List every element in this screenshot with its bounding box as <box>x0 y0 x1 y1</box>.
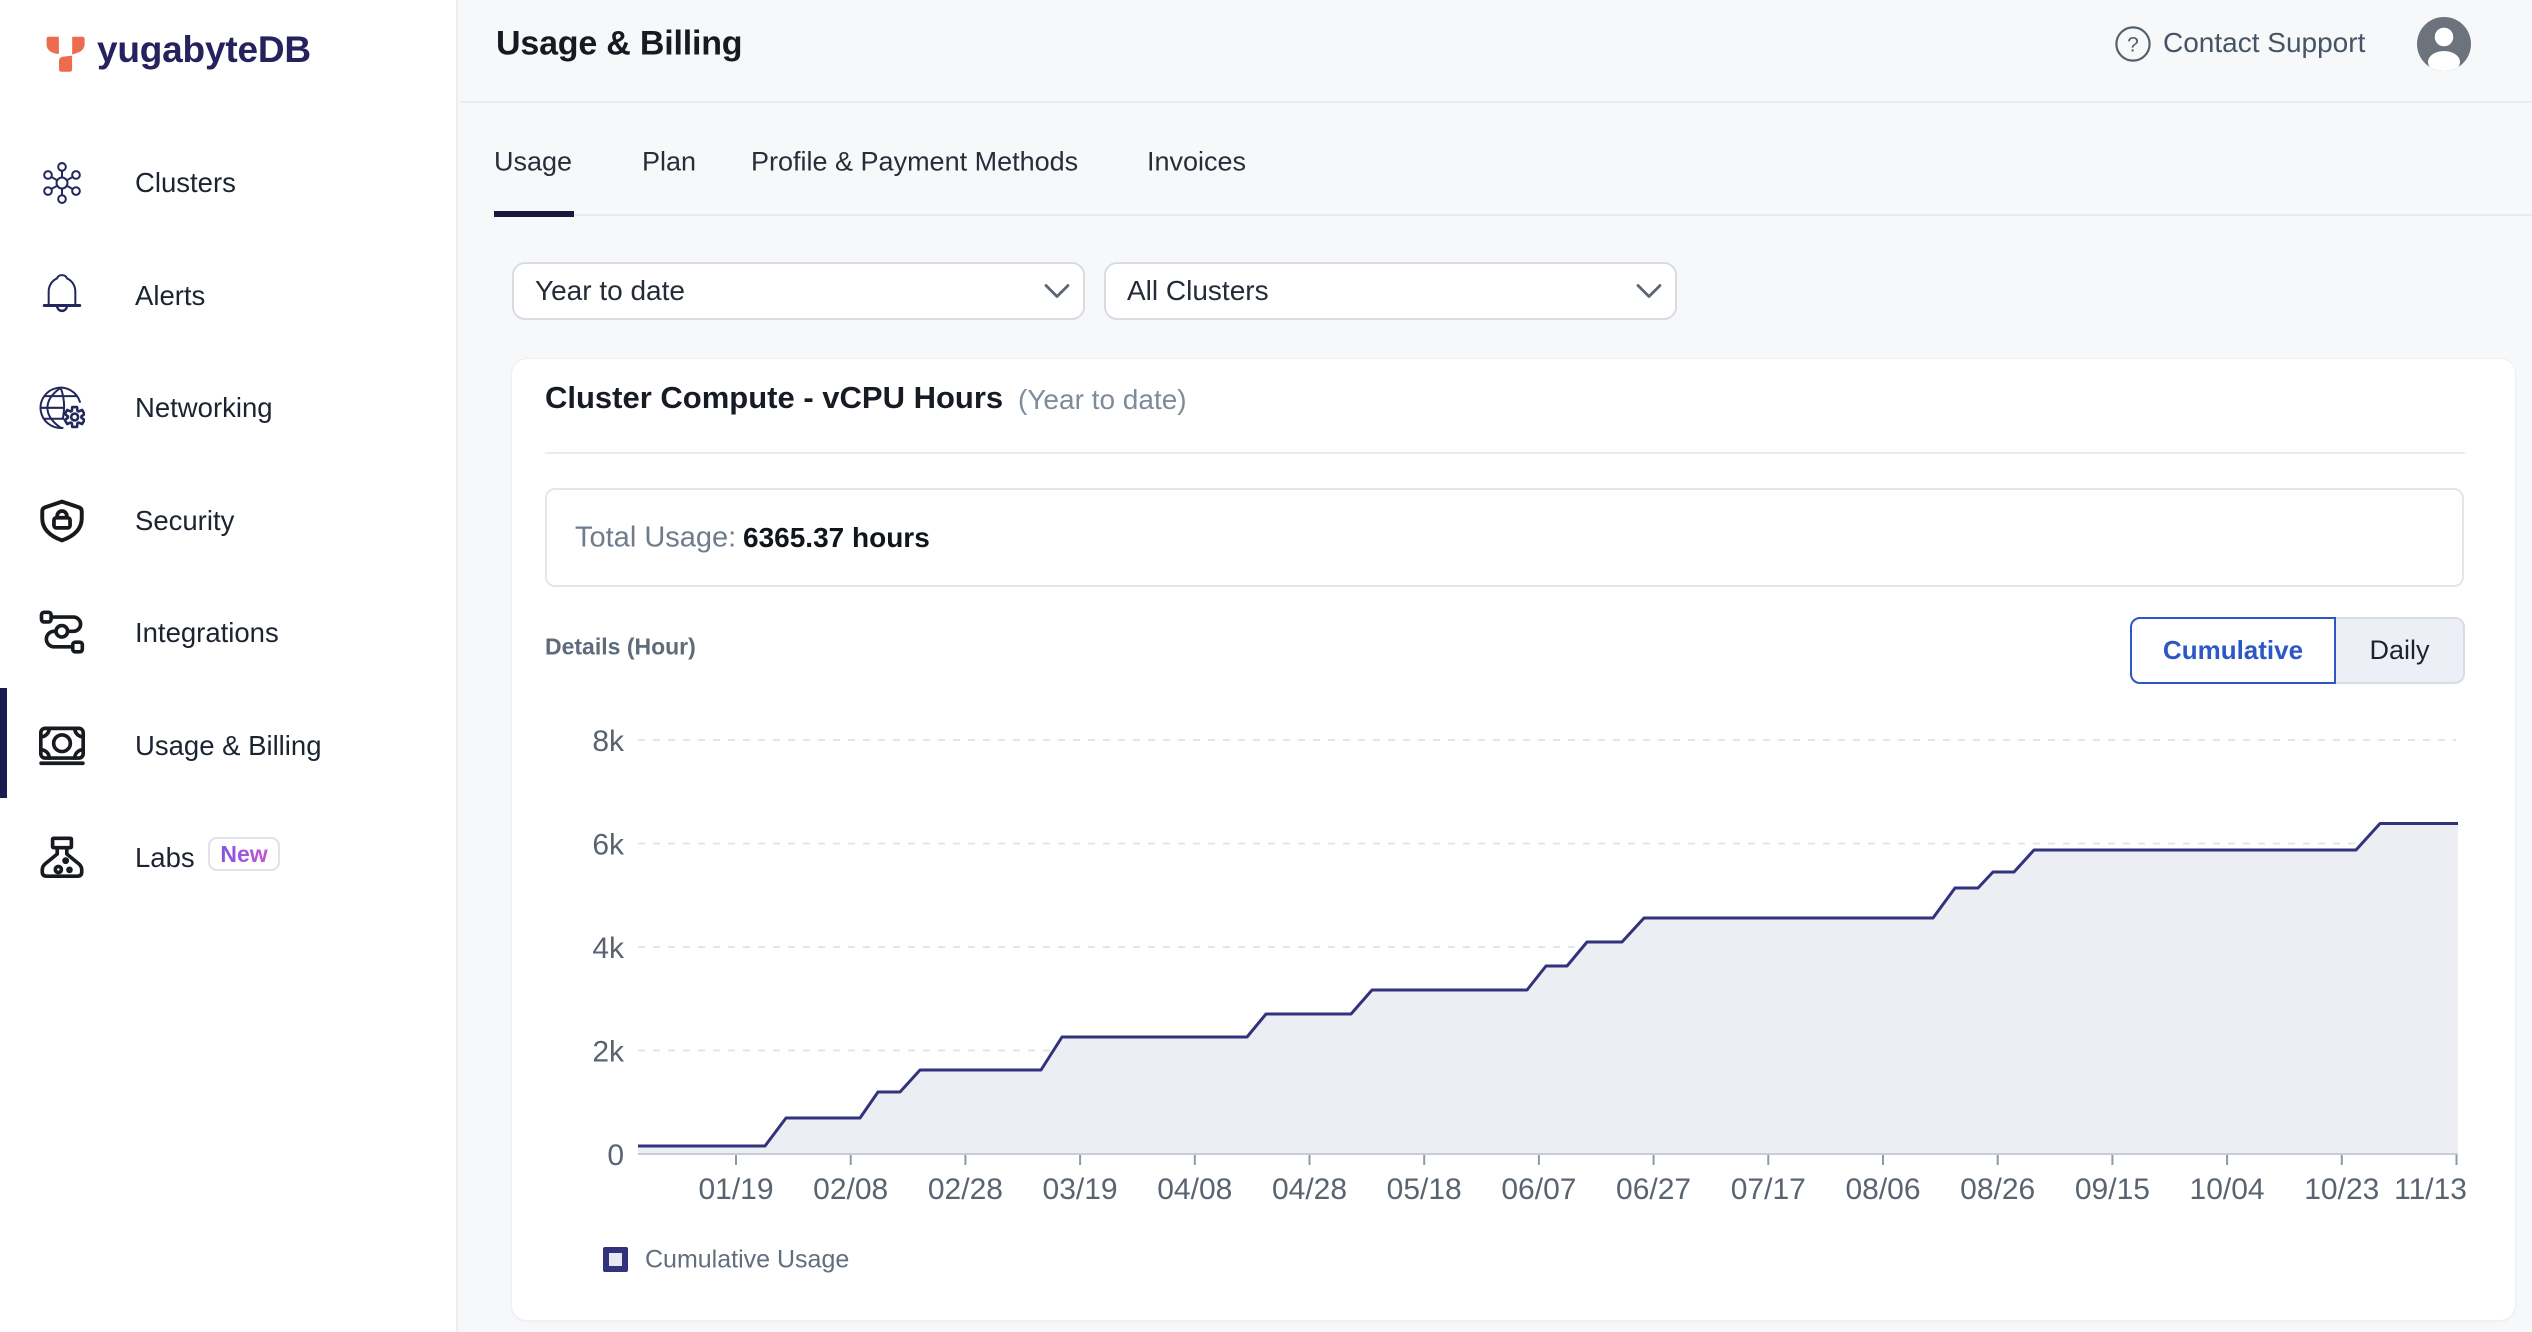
svg-text:08/06: 08/06 <box>1845 1173 1920 1206</box>
svg-text:06/27: 06/27 <box>1616 1173 1691 1206</box>
svg-text:02/08: 02/08 <box>813 1173 888 1206</box>
svg-text:6k: 6k <box>592 828 625 861</box>
svg-text:04/28: 04/28 <box>1272 1173 1347 1206</box>
svg-text:01/19: 01/19 <box>698 1173 773 1206</box>
svg-text:06/07: 06/07 <box>1501 1173 1576 1206</box>
svg-text:08/26: 08/26 <box>1960 1173 2035 1206</box>
svg-text:07/17: 07/17 <box>1731 1173 1806 1206</box>
svg-text:4k: 4k <box>592 932 625 965</box>
svg-text:2k: 2k <box>592 1035 625 1068</box>
svg-text:05/18: 05/18 <box>1387 1173 1462 1206</box>
svg-text:03/19: 03/19 <box>1043 1173 1118 1206</box>
svg-text:8k: 8k <box>592 725 625 758</box>
svg-text:10/04: 10/04 <box>2190 1173 2265 1206</box>
svg-text:02/28: 02/28 <box>928 1173 1003 1206</box>
svg-text:11/13: 11/13 <box>2394 1173 2467 1206</box>
svg-text:09/15: 09/15 <box>2075 1173 2150 1206</box>
svg-text:0: 0 <box>607 1139 624 1172</box>
svg-text:10/23: 10/23 <box>2304 1173 2379 1206</box>
svg-text:04/08: 04/08 <box>1157 1173 1232 1206</box>
